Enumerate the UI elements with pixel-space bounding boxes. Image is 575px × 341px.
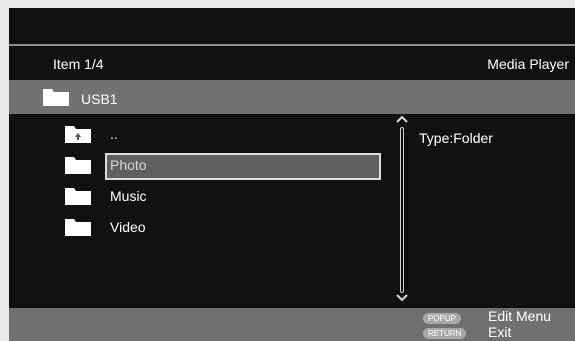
path-bar: USB1: [9, 80, 575, 114]
path-label: USB1: [81, 91, 118, 107]
item-type-info: Type:Folder: [419, 130, 493, 146]
list-item-parent-folder[interactable]: ..: [9, 120, 389, 148]
app-title: Media Player: [487, 56, 569, 72]
list-item-video[interactable]: Video: [9, 213, 389, 241]
scroll-up-icon[interactable]: [396, 115, 408, 126]
folder-up-icon: [65, 126, 91, 148]
list-scrollbar[interactable]: [395, 115, 409, 305]
popup-hint-label: Edit Menu: [488, 308, 552, 324]
media-player-screen: Item 1/4 Media Player USB1 .. Photo Musi…: [9, 8, 575, 341]
list-item-music[interactable]: Music: [9, 182, 389, 210]
footer-hint-bar: POPUP Edit Menu RETURN Exit: [9, 308, 575, 341]
scroll-track[interactable]: [400, 127, 404, 293]
list-item-label: Photo: [110, 157, 147, 173]
list-item-label: ..: [110, 126, 118, 142]
scroll-down-icon[interactable]: [396, 294, 408, 305]
list-item-label: Music: [110, 188, 147, 204]
list-item-label: Video: [110, 219, 146, 235]
folder-icon: [65, 219, 91, 241]
list-item-photo[interactable]: Photo: [9, 151, 389, 180]
return-hint-label: Exit: [488, 324, 512, 340]
folder-icon: [65, 157, 91, 179]
folder-icon: [43, 89, 69, 111]
top-divider: [9, 44, 575, 46]
return-button[interactable]: RETURN: [423, 328, 467, 339]
item-count: Item 1/4: [53, 56, 104, 72]
popup-button[interactable]: POPUP: [423, 313, 462, 324]
folder-icon: [65, 188, 91, 210]
